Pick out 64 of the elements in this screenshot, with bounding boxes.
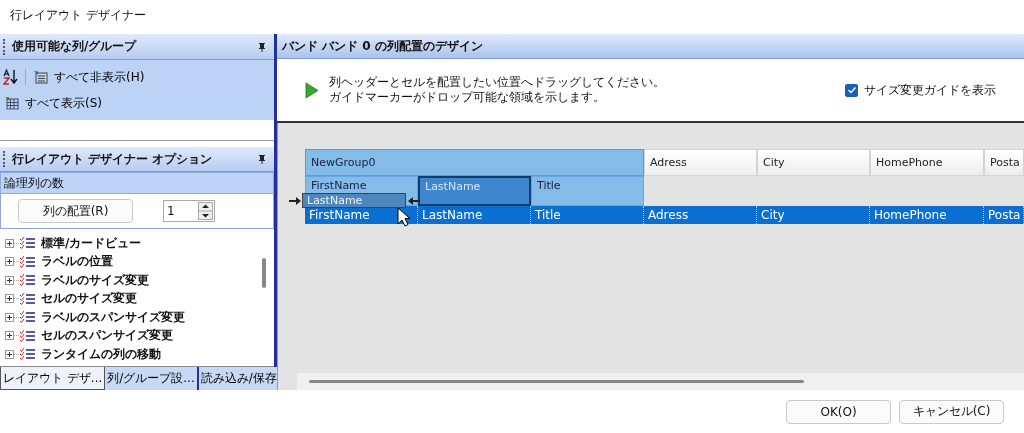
group-header[interactable]: NewGroup0 bbox=[305, 149, 644, 176]
table-cell: Title bbox=[531, 206, 644, 224]
tree-item[interactable]: ラベルの位置 bbox=[41, 253, 113, 271]
instruction-text: ガイドマーカーがドロップ可能な領域を示します。 bbox=[329, 90, 606, 105]
hide-all-button[interactable]: すべて非表示(H) bbox=[32, 68, 147, 86]
table-cell: Posta bbox=[984, 206, 1024, 224]
panel-header: バンド バンド 0 の列配置のデザイン bbox=[277, 34, 1024, 59]
tree-item[interactable]: セルのサイズ変更 bbox=[41, 290, 137, 308]
column-header[interactable]: Adress bbox=[644, 149, 757, 176]
sort-icon[interactable] bbox=[3, 69, 19, 85]
list-icon bbox=[34, 70, 48, 84]
tree-item[interactable]: ラベルのスパンサイズ変更 bbox=[41, 308, 185, 326]
table-cell: City bbox=[757, 206, 870, 224]
table-cell: LastName bbox=[418, 206, 531, 224]
resize-guide-checkbox[interactable]: サイズ変更ガイドを表示 bbox=[845, 81, 996, 99]
checklist-icon bbox=[20, 348, 36, 361]
expand-icon[interactable] bbox=[5, 275, 14, 285]
expand-icon[interactable] bbox=[5, 349, 14, 359]
checklist-icon bbox=[20, 255, 36, 268]
expand-icon[interactable] bbox=[5, 294, 14, 304]
tab[interactable]: レイアウト デザ... bbox=[0, 367, 106, 390]
arrange-button[interactable]: 列の配置(R) bbox=[18, 199, 133, 223]
play-icon bbox=[305, 81, 319, 99]
checklist-icon bbox=[20, 274, 36, 287]
group-label: 論理列の数 bbox=[4, 174, 64, 192]
cancel-button[interactable]: キャンセル(C) bbox=[899, 399, 1004, 424]
cursor-icon bbox=[397, 207, 411, 227]
show-all-button[interactable]: すべて表示(S) bbox=[3, 94, 104, 112]
grid-icon bbox=[5, 96, 19, 110]
checklist-icon bbox=[20, 311, 36, 324]
checkbox[interactable] bbox=[845, 83, 858, 97]
tree-item[interactable]: セルのスパンサイズ変更 bbox=[41, 327, 173, 345]
drop-marker-icon bbox=[289, 197, 301, 205]
drag-ghost: LastName bbox=[302, 193, 406, 208]
instruction-text: 列ヘッダーとセルを配置したい位置へドラッグしてください。 bbox=[329, 75, 666, 90]
expand-icon[interactable] bbox=[5, 257, 14, 267]
tree-item[interactable]: ランタイムの列の移動 bbox=[41, 345, 161, 363]
table-cell: Adress bbox=[644, 206, 757, 224]
ok-button[interactable]: OK(O) bbox=[786, 399, 891, 424]
pin-icon[interactable] bbox=[258, 154, 266, 164]
tree-item[interactable]: 標準/カードビュー bbox=[41, 234, 142, 252]
spinner-field[interactable]: 1 bbox=[163, 200, 215, 222]
column-header[interactable]: Title bbox=[537, 179, 561, 192]
checklist-icon bbox=[20, 237, 36, 250]
scrollbar-thumb[interactable] bbox=[309, 380, 804, 383]
panel-header: 使用可能な列/グループ bbox=[0, 34, 274, 60]
pin-icon[interactable] bbox=[258, 41, 266, 52]
expand-icon[interactable] bbox=[5, 331, 14, 341]
table-cell: HomePhone bbox=[870, 206, 984, 224]
column-header[interactable]: FirstName bbox=[311, 179, 367, 192]
column-header[interactable]: HomePhone bbox=[870, 149, 984, 176]
drop-marker-icon bbox=[408, 197, 420, 205]
panel-header: 行レイアウト デザイナー オプション bbox=[0, 147, 274, 172]
spinner-arrows-icon[interactable] bbox=[198, 202, 213, 220]
checklist-icon bbox=[20, 329, 36, 342]
column-header[interactable]: Posta bbox=[984, 149, 1024, 176]
window-title: 行レイアウト デザイナー bbox=[10, 6, 146, 24]
tab[interactable]: 列/グループ設... bbox=[105, 367, 199, 390]
checklist-icon bbox=[20, 292, 36, 305]
tree-item[interactable]: ラベルのサイズ変更 bbox=[41, 271, 149, 289]
column-header[interactable]: City bbox=[757, 149, 870, 176]
expand-icon[interactable] bbox=[5, 238, 14, 248]
scrollbar-thumb[interactable] bbox=[262, 258, 266, 288]
expand-icon[interactable] bbox=[5, 312, 14, 322]
